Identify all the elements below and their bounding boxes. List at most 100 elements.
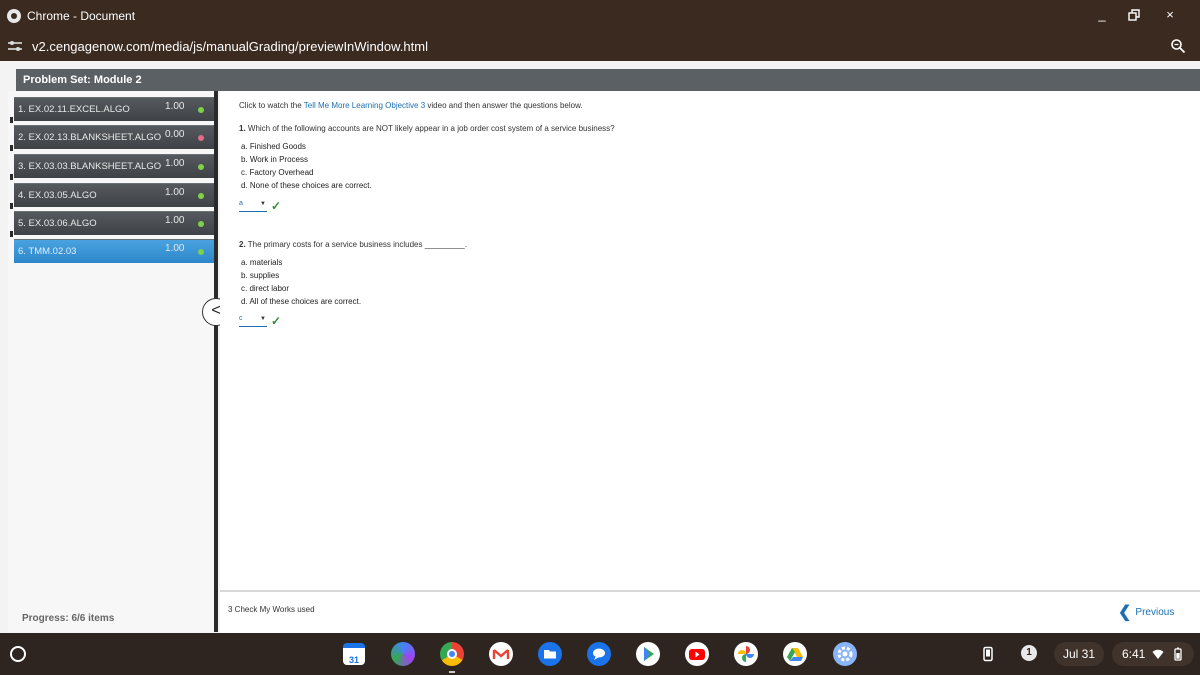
sidebar-item-score: 1.00 <box>165 187 185 198</box>
phone-hub-icon[interactable] <box>980 646 996 662</box>
os-shelf: 31 <box>0 633 1200 675</box>
item-corner <box>10 117 13 123</box>
question-1: 1. Which of the following accounts are N… <box>239 124 615 133</box>
sidebar-item-score: 1.00 <box>165 243 185 254</box>
q1-option-a: a. Finished Goods <box>241 142 306 151</box>
q2-option-c: c. direct labor <box>241 284 290 293</box>
sidebar-item-score: 1.00 <box>165 158 185 169</box>
chat-bubble-glyph <box>593 648 605 660</box>
files-icon[interactable] <box>538 642 562 666</box>
assistant-icon[interactable] <box>391 642 415 666</box>
question-number: 2. <box>239 240 246 249</box>
gear-glyph <box>837 646 853 662</box>
pinwheel-glyph <box>738 646 754 662</box>
battery-icon <box>1174 647 1182 661</box>
q2-option-a: a. materials <box>241 258 283 267</box>
sidebar-item-score: 0.00 <box>165 129 185 140</box>
correct-check-icon: ✓ <box>271 314 282 328</box>
active-app-indicator <box>449 671 455 673</box>
youtube-icon[interactable] <box>685 642 709 666</box>
q2-option-b: b. supplies <box>241 271 280 280</box>
q1-option-d: d. None of these choices are correct. <box>241 181 372 190</box>
sidebar-item-4[interactable]: 4. EX.03.05.ALGO 1.00 <box>10 183 214 209</box>
site-settings-icon[interactable] <box>7 40 23 52</box>
play-glyph <box>644 647 654 661</box>
item-corner <box>10 145 13 151</box>
restore-icon <box>1128 9 1140 21</box>
correct-status-icon <box>198 193 204 199</box>
settings-icon[interactable] <box>833 642 857 666</box>
item-corner <box>10 203 13 209</box>
sidebar-item-score: 1.00 <box>165 101 185 112</box>
dropdown-arrow-icon: ▼ <box>260 316 266 322</box>
check-my-works-count: 3 Check My Works used <box>228 605 315 614</box>
wifi-icon <box>1152 649 1164 659</box>
item-corner <box>10 174 13 180</box>
calendar-icon[interactable]: 31 <box>343 643 365 665</box>
correct-status-icon <box>198 164 204 170</box>
sidebar-item-1[interactable]: 1. EX.02.11.EXCEL.ALGO 1.00 <box>10 97 214 123</box>
intro-text: Click to watch the Tell Me More Learning… <box>239 101 583 110</box>
folder-glyph <box>544 650 556 659</box>
notification-badge[interactable]: 1 <box>1021 645 1037 661</box>
question-text: Which of the following accounts are NOT … <box>247 124 615 133</box>
intro-prefix: Click to watch the <box>239 101 302 110</box>
chrome-app-center <box>447 649 457 659</box>
url-bar[interactable]: v2.cengagenow.com/media/js/manualGrading… <box>0 31 1200 61</box>
zoom-icon[interactable] <box>1170 38 1186 54</box>
assignment-sidebar: 1. EX.02.11.EXCEL.ALGO 1.00 2. EX.02.13.… <box>8 91 216 632</box>
messages-icon[interactable] <box>587 642 611 666</box>
photos-icon[interactable] <box>734 642 758 666</box>
page: Problem Set: Module 2 1. EX.02.11.EXCEL.… <box>0 61 1200 633</box>
question-text: The primary costs for a service business… <box>247 240 467 249</box>
clock-time: 6:41 <box>1122 647 1146 661</box>
url-text[interactable]: v2.cengagenow.com/media/js/manualGrading… <box>32 39 428 54</box>
correct-check-icon: ✓ <box>271 199 282 213</box>
sidebar-item-label: 4. EX.03.05.ALGO <box>18 190 97 201</box>
status-tray[interactable]: 6:41 <box>1112 642 1194 666</box>
drive-icon[interactable] <box>783 642 807 666</box>
chrome-app-icon[interactable] <box>440 642 464 666</box>
play-store-icon[interactable] <box>636 642 660 666</box>
footer: 3 Check My Works used ❮ Previous <box>220 592 1200 633</box>
sidebar-item-label: 5. EX.03.06.ALGO <box>18 218 97 229</box>
chrome-icon <box>7 8 21 23</box>
correct-status-icon <box>198 221 204 227</box>
q2-selected-value: c <box>239 315 243 322</box>
previous-label: Previous <box>1135 607 1175 618</box>
close-button[interactable]: × <box>1160 6 1180 24</box>
minimize-button[interactable]: _ <box>1092 6 1112 24</box>
q1-option-b: b. Work in Process <box>241 155 308 164</box>
sidebar-item-6[interactable]: 6. TMM.02.03 1.00 <box>14 239 214 263</box>
question-2: 2. The primary costs for a service busin… <box>239 240 467 249</box>
sidebar-item-label: 3. EX.03.03.BLANKSHEET.ALGO <box>18 161 162 172</box>
gmail-icon[interactable] <box>489 642 513 666</box>
sidebar-item-3[interactable]: 3. EX.03.03.BLANKSHEET.ALGO 1.00 <box>10 154 214 180</box>
window-titlebar: Chrome - Document _ × <box>0 0 1200 31</box>
sidebar-divider <box>214 91 218 632</box>
intro-suffix: video and then answer the questions belo… <box>427 101 583 110</box>
sidebar-item-label: 1. EX.02.11.EXCEL.ALGO <box>18 104 130 115</box>
correct-status-icon <box>198 249 204 255</box>
dropdown-arrow-icon: ▼ <box>260 201 266 207</box>
progress-text: Progress: 6/6 items <box>22 613 115 624</box>
sidebar-item-label: 2. EX.02.13.BLANKSHEET.ALGO <box>18 132 162 143</box>
previous-button[interactable]: ❮ Previous <box>1118 602 1174 622</box>
learning-objective-link[interactable]: Tell Me More Learning Objective 3 <box>304 101 425 110</box>
sidebar-item-score: 1.00 <box>165 215 185 226</box>
restore-button[interactable] <box>1124 6 1144 24</box>
launcher-button[interactable] <box>10 646 26 662</box>
q2-option-d: d. All of these choices are correct. <box>241 297 362 306</box>
window-title: Chrome - Document <box>27 8 136 23</box>
item-corner <box>10 231 13 237</box>
q1-selected-value: a <box>239 200 243 207</box>
question-number: 1. <box>239 124 246 133</box>
q1-answer-select[interactable]: a ▼ <box>239 200 267 212</box>
question-content: Click to watch the Tell Me More Learning… <box>220 91 1200 591</box>
youtube-glyph <box>689 649 705 660</box>
q2-answer-select[interactable]: c ▼ <box>239 315 267 327</box>
sidebar-item-label: 6. TMM.02.03 <box>18 246 77 257</box>
sidebar-item-5[interactable]: 5. EX.03.06.ALGO 1.00 <box>10 211 214 237</box>
date-tray[interactable]: Jul 31 <box>1054 642 1104 666</box>
sidebar-item-2[interactable]: 2. EX.02.13.BLANKSHEET.ALGO 0.00 <box>10 125 214 151</box>
